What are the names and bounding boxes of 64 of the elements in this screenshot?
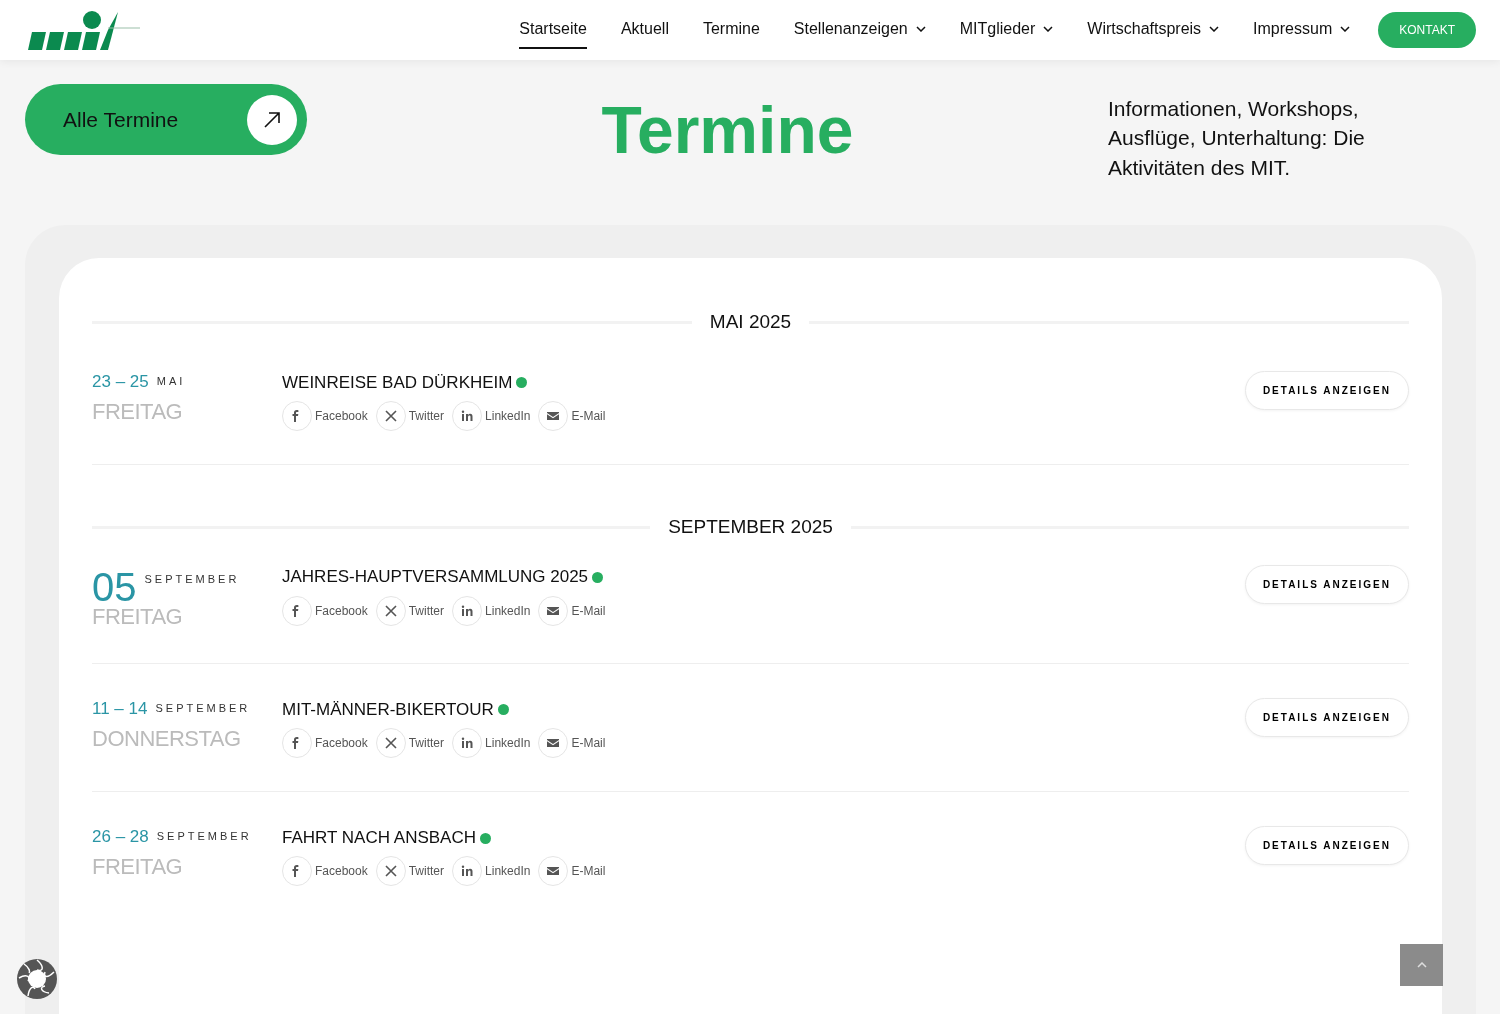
details-button[interactable]: DETAILS ANZEIGEN [1244, 825, 1409, 865]
share-link[interactable]: E-Mail [538, 856, 606, 887]
share-link[interactable]: Facebook [282, 856, 368, 887]
share-link[interactable]: LinkedIn [452, 727, 531, 758]
share-link[interactable]: Twitter [375, 595, 445, 626]
event-days: 23 – 25 [92, 372, 149, 390]
status-dot [516, 377, 528, 389]
event-days: 05 [92, 567, 137, 608]
scroll-top-button[interactable] [1400, 944, 1443, 986]
share-link[interactable]: LinkedIn [452, 856, 531, 887]
status-dot [592, 572, 604, 584]
event-weekday: FREITAG [92, 854, 184, 880]
details-button[interactable]: DETAILS ANZEIGEN [1244, 697, 1409, 737]
intro-text: Informationen, Workshops, Ausflüge, Unterhaltung: Die Aktivitäten des MIT. [1108, 96, 1366, 181]
event-weekday: FREITAG [92, 605, 184, 630]
chevron-down-icon [1340, 26, 1351, 32]
share-link[interactable]: Facebook [282, 727, 368, 758]
share-link[interactable]: Twitter [375, 727, 445, 758]
nav-link[interactable]: MITglieder [959, 11, 1054, 49]
arrow-up-right-icon [263, 110, 281, 129]
event-title: WEINREISE BAD DÜRKHEIM [282, 372, 513, 393]
event-month: SEPTEMBER [156, 828, 252, 844]
nav-link[interactable]: Aktuell [620, 11, 669, 49]
share-link[interactable]: E-Mail [538, 595, 606, 626]
nav-link[interactable]: Stellenanzeigen [793, 11, 926, 49]
chevron-down-icon [1043, 26, 1054, 32]
status-dot [480, 832, 491, 844]
share-link[interactable]: E-Mail [538, 400, 606, 431]
event-days: 26 – 28 [92, 827, 149, 845]
event-days: 11 – 14 [92, 699, 148, 717]
status-dot [497, 704, 509, 716]
chevron-up-icon [1416, 962, 1427, 968]
details-button[interactable]: DETAILS ANZEIGEN [1244, 370, 1409, 410]
nav-link[interactable]: Termine [702, 11, 760, 49]
event-month: SEPTEMBER [144, 572, 240, 588]
event-title: FAHRT NACH ANSBACH [282, 827, 476, 849]
x-icon [382, 407, 399, 424]
nav-link[interactable]: Startseite [519, 11, 587, 49]
nav-link[interactable]: Impressum [1253, 11, 1351, 49]
month-heading: MAI 2025 [709, 310, 792, 334]
share-link[interactable]: LinkedIn [452, 400, 531, 431]
share-link[interactable]: Twitter [375, 856, 445, 887]
all-events-button[interactable]: Alle Termine [25, 84, 307, 155]
event-month: MAI [156, 373, 186, 389]
event-month: SEPTEMBER [155, 700, 251, 716]
share-link[interactable]: Facebook [282, 595, 368, 626]
share-link[interactable]: Twitter [375, 400, 445, 431]
chevron-down-icon [915, 26, 926, 32]
event-title: JAHRES-HAUPTVERSAMMLUNG 2025 [282, 567, 589, 588]
event-weekday: DONNERSTAG [92, 726, 242, 751]
chevron-down-icon [1209, 26, 1220, 32]
cookie-settings-icon [16, 958, 58, 1000]
page-title: Termine [601, 97, 854, 163]
share-link[interactable]: Facebook [282, 400, 368, 431]
x-icon [382, 734, 399, 751]
nav-link[interactable]: Wirtschaftspreis [1087, 11, 1220, 49]
event-title: MIT-MÄNNER-BIKERTOUR [282, 699, 494, 720]
event-weekday: FREITAG [92, 399, 184, 424]
logo-icon [28, 8, 140, 52]
details-button[interactable]: DETAILS ANZEIGEN [1244, 565, 1409, 605]
share-link[interactable]: LinkedIn [452, 595, 531, 626]
share-link[interactable]: E-Mail [538, 727, 606, 758]
month-heading: SEPTEMBER 2025 [668, 514, 833, 539]
x-icon [382, 602, 399, 619]
